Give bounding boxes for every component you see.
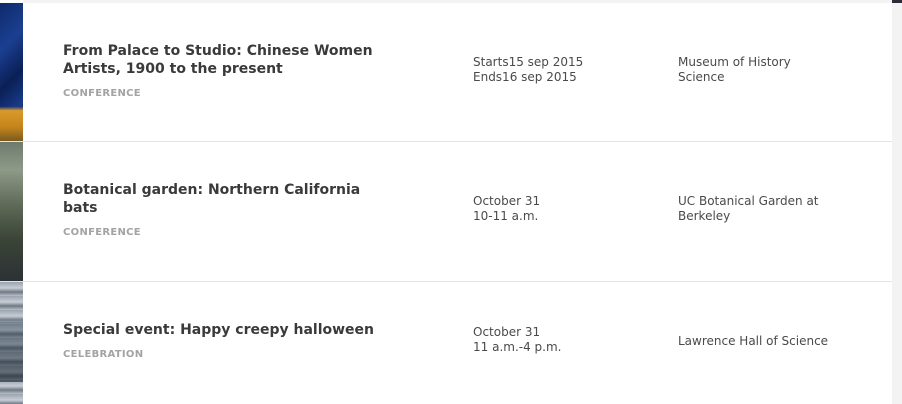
header-edge xyxy=(892,0,902,3)
event-location: Museum of History Science xyxy=(678,55,838,85)
event-title[interactable]: From Palace to Studio: Chinese Women Art… xyxy=(63,42,383,78)
event-location-line: Museum of History xyxy=(678,55,791,69)
event-location: UC Botanical Garden at Berkeley xyxy=(678,194,838,224)
event-date: October 31 11 a.m.-4 p.m. xyxy=(473,325,561,355)
event-row[interactable]: Special event: Happy creepy halloween CE… xyxy=(0,282,892,404)
event-thumbnail[interactable] xyxy=(0,142,23,281)
event-date: October 31 10-11 a.m. xyxy=(473,194,540,224)
event-thumbnail[interactable] xyxy=(0,3,23,141)
event-title-line[interactable]: Botanical garden: Northern California xyxy=(63,181,383,199)
event-time: 10-11 a.m. xyxy=(473,209,539,223)
event-title[interactable]: Special event: Happy creepy halloween xyxy=(63,321,383,339)
event-location-line: Berkeley xyxy=(678,209,731,223)
event-row[interactable]: From Palace to Studio: Chinese Women Art… xyxy=(0,3,892,142)
event-category: CONFERENCE xyxy=(63,227,141,238)
event-location: Lawrence Hall of Science xyxy=(678,334,838,349)
events-list: From Palace to Studio: Chinese Women Art… xyxy=(0,3,892,404)
event-title-line[interactable]: Artists, 1900 to the present xyxy=(63,60,383,78)
event-location-line: UC Botanical Garden at xyxy=(678,194,819,208)
event-location-line: Lawrence Hall of Science xyxy=(678,334,829,348)
event-title-line[interactable]: From Palace to Studio: Chinese Women xyxy=(63,42,383,60)
event-row[interactable]: Botanical garden: Northern California ba… xyxy=(0,142,892,282)
event-start: Starts15 sep 2015 xyxy=(473,55,584,69)
event-date: Starts15 sep 2015 Ends16 sep 2015 xyxy=(473,55,583,85)
event-end: Ends16 sep 2015 xyxy=(473,70,577,84)
event-category: CONFERENCE xyxy=(63,88,141,99)
event-day: October 31 xyxy=(473,194,541,208)
event-location-line: Science xyxy=(678,70,725,84)
event-title-line[interactable]: Special event: Happy creepy halloween xyxy=(63,321,383,339)
event-day: October 31 xyxy=(473,325,541,339)
scroll-gutter xyxy=(892,0,902,404)
event-category: CELEBRATION xyxy=(63,349,144,360)
events-page: From Palace to Studio: Chinese Women Art… xyxy=(0,0,902,404)
event-title-line[interactable]: bats xyxy=(63,199,383,217)
event-thumbnail[interactable] xyxy=(0,282,23,404)
event-time: 11 a.m.-4 p.m. xyxy=(473,340,562,354)
event-title[interactable]: Botanical garden: Northern California ba… xyxy=(63,181,383,217)
